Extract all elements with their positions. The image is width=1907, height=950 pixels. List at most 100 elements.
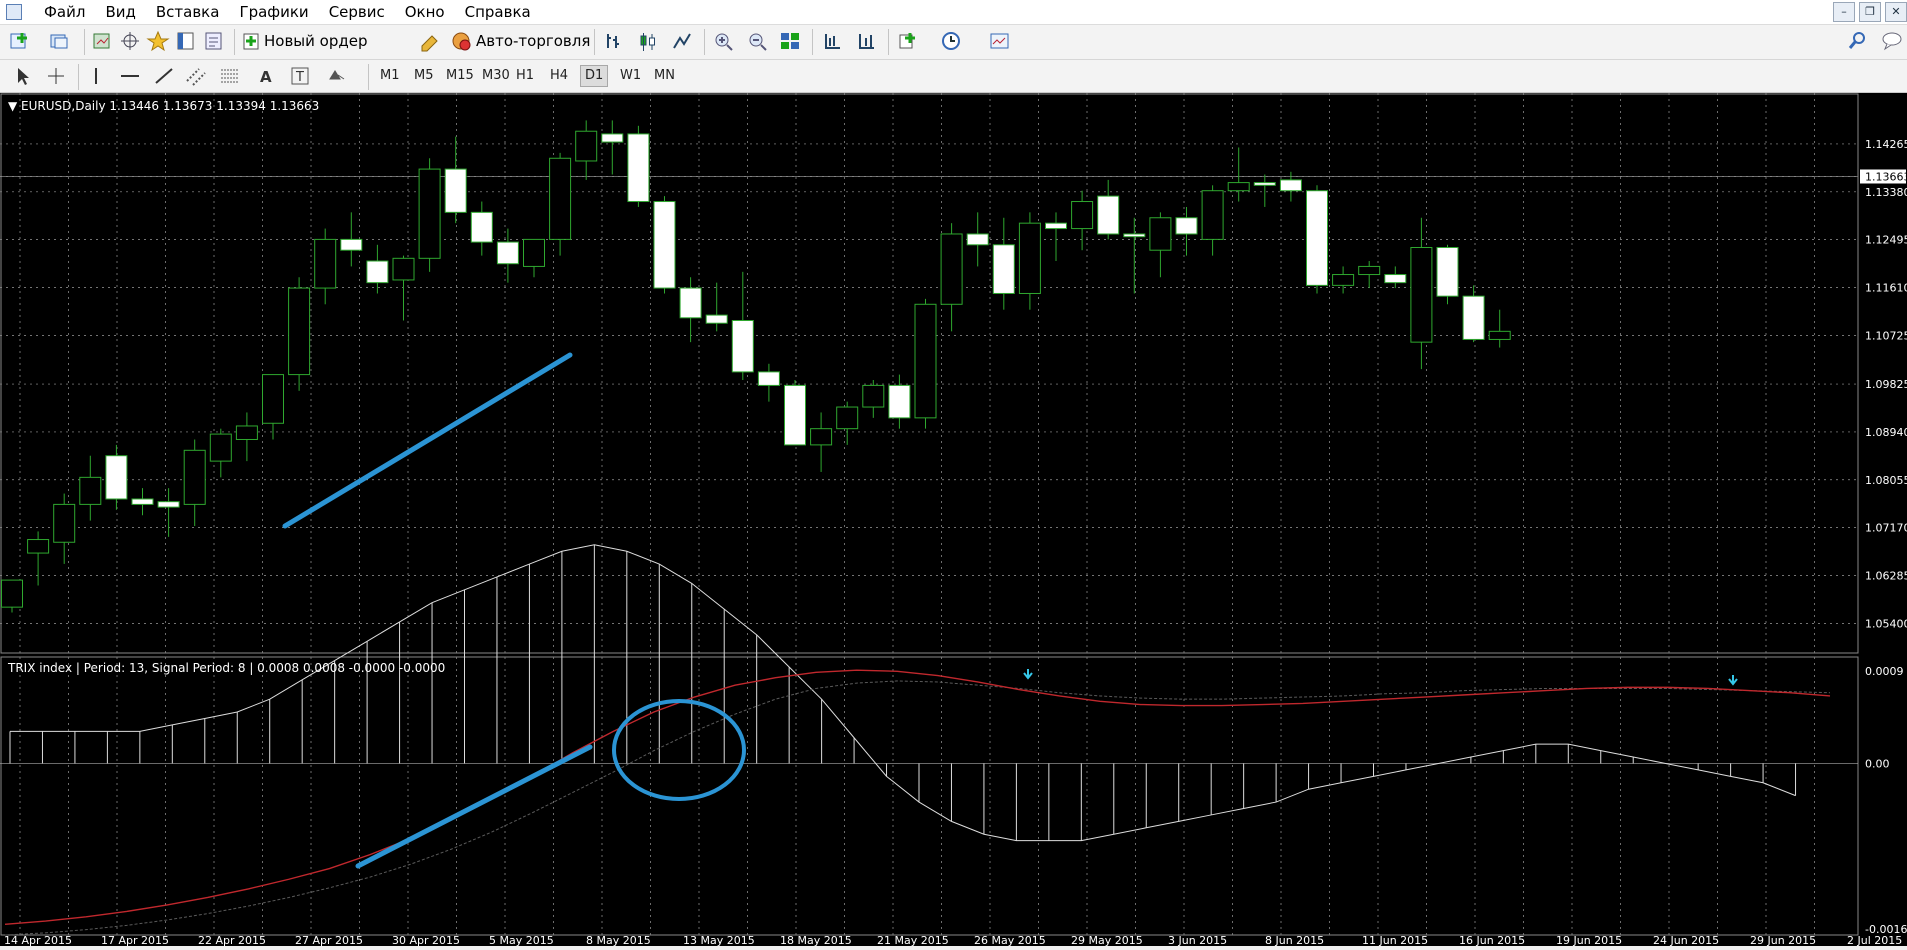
favorites-icon[interactable]: [146, 30, 170, 52]
close-icon[interactable]: ✕: [1885, 2, 1907, 22]
search-icon[interactable]: [1846, 30, 1870, 52]
minimize-icon[interactable]: –: [1833, 2, 1855, 22]
drawing-toolbar: A T M1 M5 M15 M30 H1 H4 D1 W1 MN: [0, 60, 1907, 93]
autotrading-icon[interactable]: [450, 30, 474, 52]
price-label: 1.07170: [1865, 522, 1907, 535]
zoom-out-icon[interactable]: [746, 30, 770, 52]
autotrading-button[interactable]: Авто-торговля: [476, 32, 590, 50]
candle-body: [1436, 247, 1459, 297]
price-label: 1.14265: [1865, 138, 1907, 151]
cursor-icon[interactable]: [10, 65, 34, 87]
candle-body: [340, 238, 363, 251]
crosshair-tool-icon[interactable]: [44, 65, 68, 87]
timeframe-mn[interactable]: MN: [650, 66, 679, 86]
date-label: 29 May 2015: [1071, 934, 1143, 946]
timeframe-m1[interactable]: M1: [376, 66, 404, 86]
candle-body: [105, 455, 128, 500]
templates-icon[interactable]: [988, 30, 1012, 52]
price-label: 1.10725: [1865, 329, 1907, 342]
menu-item-6[interactable]: Справка: [455, 2, 541, 22]
price-label: 1.08940: [1865, 426, 1907, 439]
candle-body: [1410, 247, 1433, 343]
text-icon[interactable]: A: [254, 65, 278, 87]
new-chart-icon[interactable]: [8, 30, 32, 52]
date-label: 14 Apr 2015: [4, 934, 72, 946]
chart-canvas[interactable]: 1.14265 1.13663 1.13380 1.12495 1.11610 1.107…: [0, 93, 1907, 947]
candle-body: [836, 406, 859, 430]
autoscroll-icon[interactable]: [854, 30, 878, 52]
menu-item-3[interactable]: Графики: [229, 2, 318, 22]
menu-item-0[interactable]: Файл: [34, 2, 95, 22]
candle-body: [1018, 222, 1041, 294]
meta-editor-icon[interactable]: [418, 30, 442, 52]
horizontal-line-icon[interactable]: [118, 65, 142, 87]
restore-icon[interactable]: ❐: [1859, 2, 1881, 22]
arrows-icon[interactable]: [324, 65, 348, 87]
timeframe-d1[interactable]: D1: [580, 65, 609, 87]
date-label: 29 Jun 2015: [1750, 934, 1816, 946]
candle-body: [1462, 295, 1485, 340]
candle-body: [79, 476, 102, 505]
menu-item-5[interactable]: Окно: [395, 2, 455, 22]
indicators-icon[interactable]: [896, 30, 920, 52]
timeframe-w1[interactable]: W1: [616, 66, 645, 86]
timeframe-m30[interactable]: M30: [478, 66, 514, 86]
timeframe-m15[interactable]: M15: [442, 66, 478, 86]
window-controls: – ❐ ✕: [1833, 2, 1907, 22]
date-label: 22 Apr 2015: [198, 934, 266, 946]
candle-body: [444, 168, 467, 213]
chart-header: ▼ EURUSD,Daily 1.13446 1.13673 1.13394 1…: [8, 99, 320, 113]
price-axis: 1.14265 1.13663 1.13380 1.12495 1.11610 1.107…: [1860, 138, 1907, 630]
new-order-icon[interactable]: [240, 30, 264, 52]
candle-body: [1175, 217, 1198, 235]
crosshair-icon[interactable]: [118, 30, 142, 52]
trendline-icon[interactable]: [152, 65, 176, 87]
candle-body: [235, 425, 258, 440]
zoom-in-icon[interactable]: [712, 30, 736, 52]
price-label: 1.13380: [1865, 186, 1907, 199]
price-label: 1.09825: [1865, 378, 1907, 391]
market-watch-icon[interactable]: [90, 30, 114, 52]
terminal-icon[interactable]: [174, 30, 198, 52]
tile-windows-icon[interactable]: [778, 30, 802, 52]
date-label: 13 May 2015: [683, 934, 755, 946]
chart-header-text: EURUSD,Daily 1.13446 1.13673 1.13394 1.1…: [21, 99, 320, 113]
candle-body: [157, 501, 180, 508]
menu-item-2[interactable]: Вставка: [146, 2, 230, 22]
text-label-icon[interactable]: T: [288, 65, 312, 87]
timeframe-h1[interactable]: H1: [512, 66, 538, 86]
fibonacci-icon[interactable]: [218, 65, 242, 87]
profiles-icon[interactable]: [48, 30, 72, 52]
candle-body: [288, 287, 311, 376]
candle-body: [888, 384, 911, 419]
candle-body: [1149, 217, 1172, 251]
date-axis: 14 Apr 2015 17 Apr 2015 22 Apr 2015 27 Apr …: [4, 934, 1902, 947]
new-order-button[interactable]: Новый ордер: [264, 32, 367, 50]
candle-body: [1384, 274, 1407, 284]
timeframe-m5[interactable]: M5: [410, 66, 438, 86]
menu-item-4[interactable]: Сервис: [319, 2, 395, 22]
menu-item-1[interactable]: Вид: [95, 2, 145, 22]
equidistant-channel-icon[interactable]: [184, 65, 208, 87]
date-label: 5 May 2015: [489, 934, 554, 946]
date-label: 26 May 2015: [974, 934, 1046, 946]
svg-text:A: A: [260, 68, 272, 86]
chat-icon[interactable]: [1880, 30, 1904, 52]
candle-body: [523, 238, 545, 267]
price-label: 1.06285: [1865, 570, 1907, 583]
candle-body: [418, 168, 441, 259]
vertical-line-icon[interactable]: [84, 65, 108, 87]
candle-body: [262, 374, 284, 424]
chart-window[interactable]: 1.14265 1.13663 1.13380 1.12495 1.11610 1.107…: [0, 93, 1907, 947]
candlestick-chart-icon[interactable]: [636, 30, 660, 52]
bar-chart-icon[interactable]: [602, 30, 626, 52]
strategy-tester-icon[interactable]: [202, 30, 226, 52]
timeframe-h4[interactable]: H4: [546, 66, 572, 86]
date-label: 16 Jun 2015: [1459, 934, 1525, 946]
chart-shift-icon[interactable]: [820, 30, 844, 52]
date-label: 19 Jun 2015: [1556, 934, 1622, 946]
candle-body: [27, 539, 50, 554]
periods-icon[interactable]: [940, 30, 964, 52]
line-chart-icon[interactable]: [670, 30, 694, 52]
candle-body: [209, 433, 232, 462]
